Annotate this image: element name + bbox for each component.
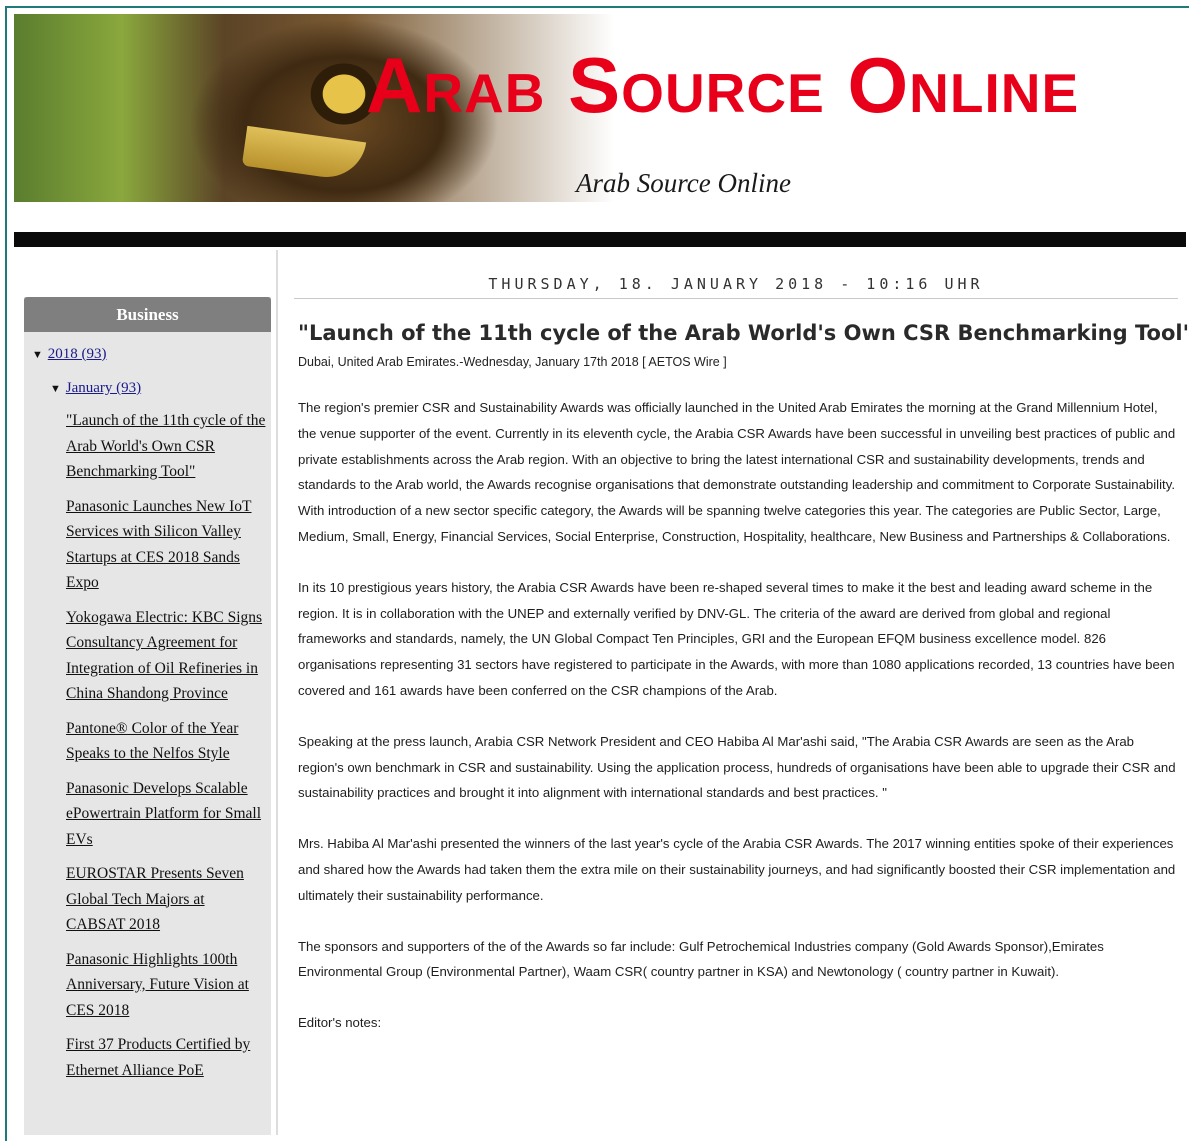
sidebar-archive: Business ▼ 2018 (93) ▼ January (93) "Lau…: [24, 297, 271, 1135]
sidebar-divider: [276, 250, 278, 1135]
archive-post-item: Pantone® Color of the Year Speaks to the…: [66, 716, 266, 767]
archive-post-link[interactable]: Pantone® Color of the Year Speaks to the…: [66, 720, 238, 763]
archive-post-item: First 37 Products Certified by Ethernet …: [66, 1032, 266, 1083]
expand-triangle-icon[interactable]: ▼: [50, 377, 62, 401]
post-body: The region's premier CSR and Sustainabil…: [298, 395, 1178, 1036]
archive-post-item: "Launch of the 11th cycle of the Arab Wo…: [66, 408, 266, 485]
post-dateline: Dubai, United Arab Emirates.-Wednesday, …: [298, 355, 727, 369]
body-paragraph: The sponsors and supporters of the of th…: [298, 938, 1104, 980]
archive-post-item: Panasonic Launches New IoT Services with…: [66, 494, 266, 596]
sidebar-heading: Business: [24, 297, 271, 332]
main-content: THURSDAY, 18. JANUARY 2018 - 10:16 UHR "…: [294, 275, 1189, 1061]
site-banner[interactable]: Arab Source Online Arab Source Online: [14, 14, 1186, 202]
archive-post-item: Yokogawa Electric: KBC Signs Consultancy…: [66, 605, 266, 707]
archive-post-link[interactable]: "Launch of the 11th cycle of the Arab Wo…: [66, 412, 265, 480]
body-paragraph: The region's premier CSR and Sustainabil…: [298, 400, 1176, 544]
archive-post-item: EUROSTAR Presents Seven Global Tech Majo…: [66, 861, 266, 938]
post-title[interactable]: "Launch of the 11th cycle of the Arab Wo…: [298, 321, 1189, 345]
archive-post-item: Panasonic Highlights 100th Anniversary, …: [66, 947, 266, 1024]
expand-triangle-icon[interactable]: ▼: [32, 343, 44, 367]
archive-post-link[interactable]: Panasonic Launches New IoT Services with…: [66, 498, 252, 592]
body-paragraph: Mrs. Habiba Al Mar'ashi presented the wi…: [298, 836, 1176, 903]
archive-tree: ▼ 2018 (93) ▼ January (93) "Launch of th…: [24, 332, 271, 1083]
site-title[interactable]: Arab Source Online: [366, 46, 1079, 124]
archive-post-link[interactable]: Yokogawa Electric: KBC Signs Consultancy…: [66, 609, 262, 703]
archive-year: ▼ 2018 (93): [32, 342, 271, 366]
site-subtitle: Arab Source Online: [576, 168, 791, 198]
archive-post-link[interactable]: Panasonic Highlights 100th Anniversary, …: [66, 951, 249, 1019]
archive-year-link[interactable]: 2018 (93): [48, 346, 107, 362]
archive-month: ▼ January (93): [32, 376, 271, 400]
archive-month-link[interactable]: January (93): [66, 380, 141, 396]
archive-post-link[interactable]: Panasonic Develops Scalable ePowertrain …: [66, 780, 261, 848]
archive-post-link[interactable]: EUROSTAR Presents Seven Global Tech Majo…: [66, 865, 244, 933]
archive-post-link[interactable]: First 37 Products Certified by Ethernet …: [66, 1036, 250, 1079]
body-paragraph: In its 10 prestigious years history, the…: [298, 579, 1175, 698]
archive-post-list: "Launch of the 11th cycle of the Arab Wo…: [66, 408, 266, 1083]
body-paragraph: Editor's notes:: [298, 1015, 382, 1031]
body-paragraph: Speaking at the press launch, Arabia CSR…: [298, 733, 1176, 801]
header-divider: [14, 232, 1186, 247]
archive-post-item: Panasonic Develops Scalable ePowertrain …: [66, 776, 266, 853]
post-date-header: THURSDAY, 18. JANUARY 2018 - 10:16 UHR: [294, 275, 1178, 299]
